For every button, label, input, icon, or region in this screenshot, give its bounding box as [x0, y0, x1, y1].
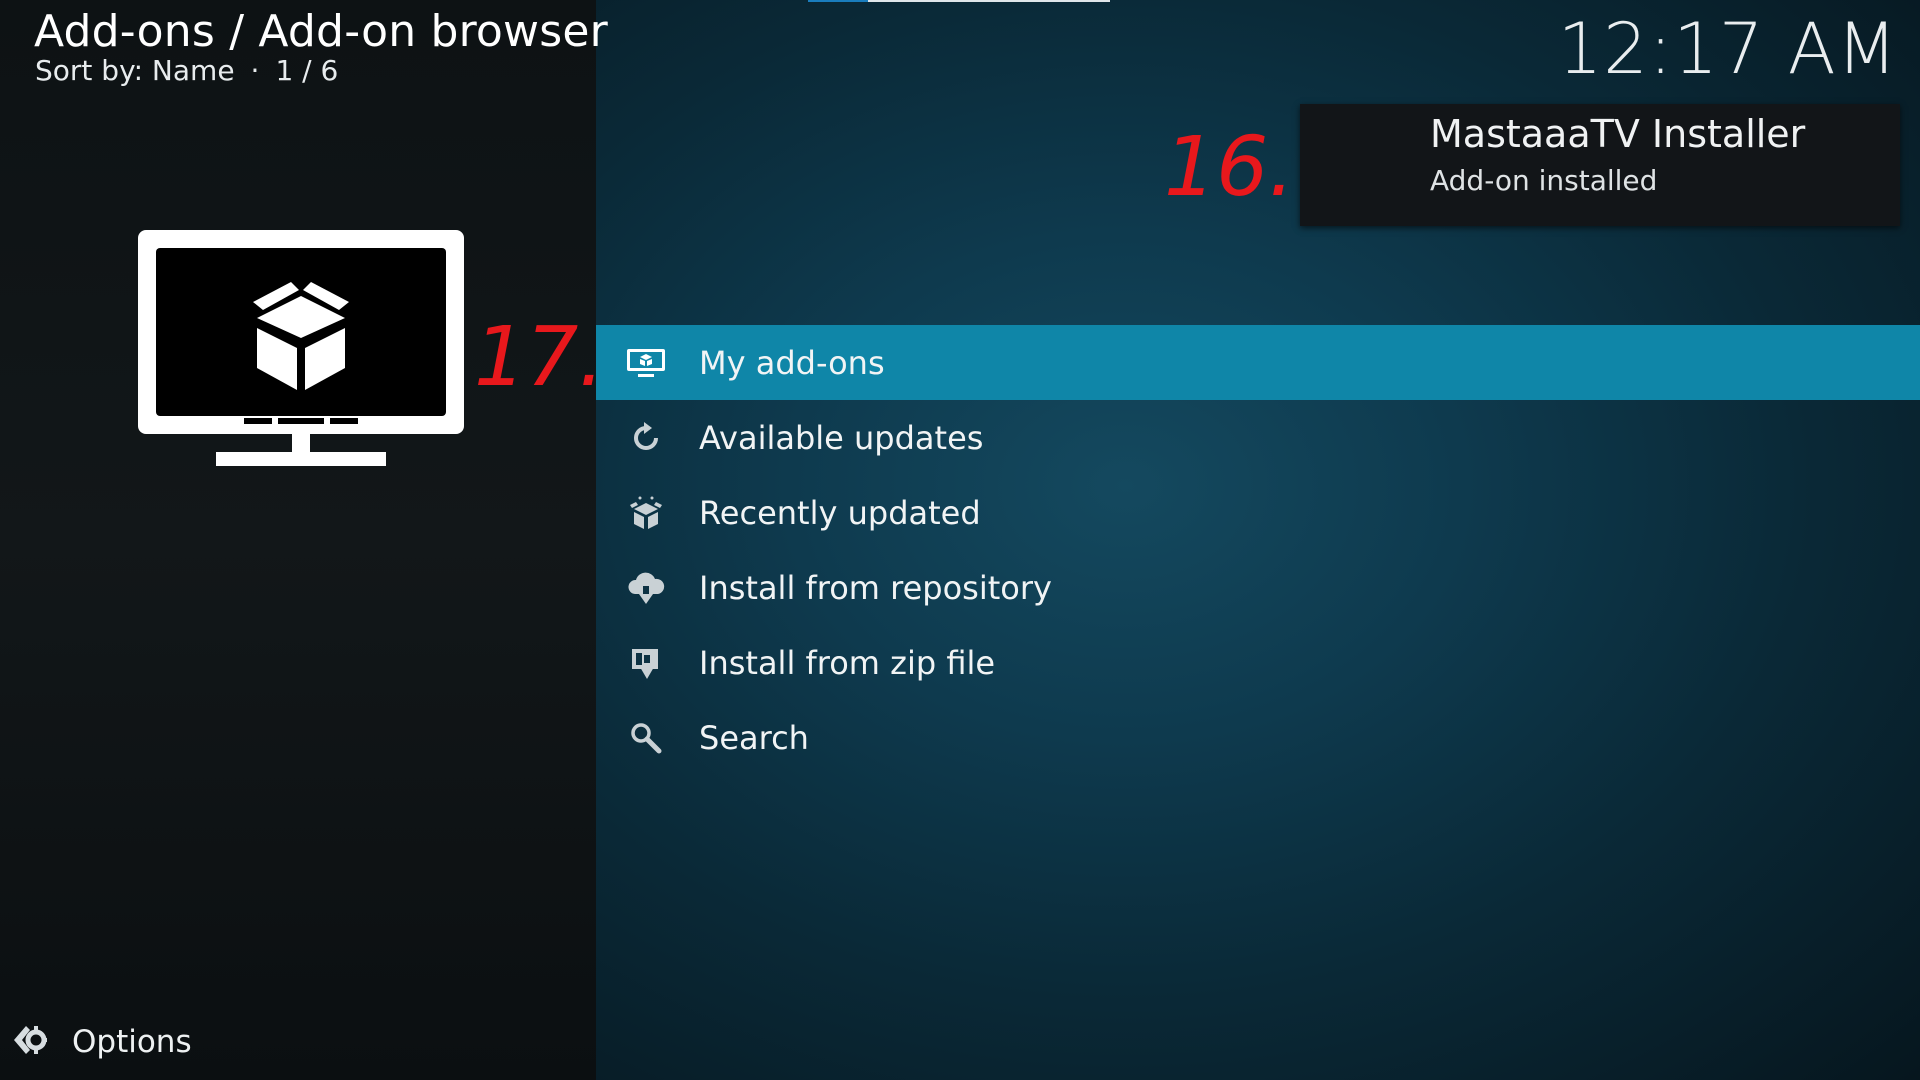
menu-item-label: My add-ons [699, 343, 885, 382]
notification-toast: MastaaaTV Installer Add-on installed [1300, 104, 1900, 226]
notification-message: Add-on installed [1430, 164, 1658, 197]
monitor-box-icon [626, 343, 666, 383]
menu-item-install-from-zip[interactable]: Install from zip file [596, 625, 1920, 700]
menu-item-my-addons[interactable]: My add-ons [596, 325, 1920, 400]
menu-item-label: Available updates [699, 418, 984, 457]
sort-label: Sort by: Name [35, 54, 235, 87]
cloud-download-icon [626, 568, 666, 608]
annotation-step-16: 16. [1164, 120, 1295, 215]
left-panel [0, 0, 596, 1080]
options-button[interactable]: Options [12, 1020, 192, 1064]
item-position: 1 / 6 [275, 54, 339, 87]
options-label: Options [72, 1024, 192, 1060]
menu-item-label: Install from repository [699, 568, 1052, 607]
clock: 12:17 AM [1557, 8, 1898, 90]
options-gear-icon [12, 1022, 48, 1062]
box-sparkle-icon [626, 493, 666, 533]
loading-bar [808, 0, 1110, 2]
menu-item-available-updates[interactable]: Available updates [596, 400, 1920, 475]
menu-item-search[interactable]: Search [596, 700, 1920, 775]
menu-item-label: Install from zip file [699, 643, 996, 682]
notification-title: MastaaaTV Installer [1430, 112, 1806, 156]
zip-download-icon [626, 643, 666, 683]
menu-item-install-from-repository[interactable]: Install from repository [596, 550, 1920, 625]
menu-item-label: Search [699, 718, 809, 757]
addon-browser-menu: My add-ons Available updates Recently up… [596, 325, 1920, 775]
menu-item-label: Recently updated [699, 493, 981, 532]
sort-separator: · [250, 54, 260, 87]
search-icon [626, 718, 666, 758]
refresh-icon [626, 418, 666, 458]
breadcrumb: Add-ons / Add-on browser [34, 6, 608, 57]
tv-addon-box-icon [134, 226, 468, 466]
annotation-step-17: 17. [474, 310, 605, 405]
menu-item-recently-updated[interactable]: Recently updated [596, 475, 1920, 550]
sort-info[interactable]: Sort by: Name · 1 / 6 [35, 54, 338, 87]
